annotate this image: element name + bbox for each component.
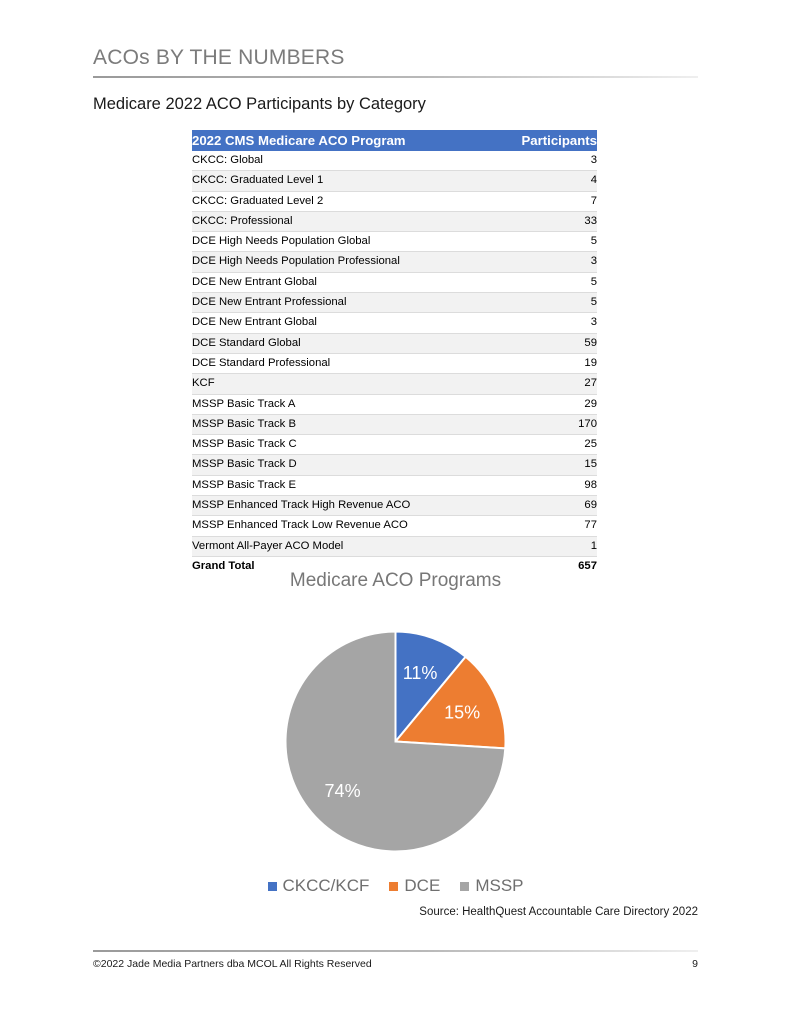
cell-program: MSSP Basic Track C — [192, 438, 297, 451]
cell-participants: 3 — [590, 316, 597, 329]
cell-program: CKCC: Graduated Level 2 — [192, 194, 324, 207]
cell-program: CKCC: Professional — [192, 214, 293, 227]
aco-participants-table: 2022 CMS Medicare ACO Program Participan… — [192, 130, 597, 577]
table-row: DCE New Entrant Global 3 — [192, 313, 597, 334]
cell-participants: 170 — [578, 417, 597, 430]
cell-program: DCE New Entrant Global — [192, 316, 317, 329]
footer-page-number: 9 — [692, 958, 698, 970]
chart-legend: CKCC/KCF DCE MSSP — [0, 876, 791, 896]
cell-program: MSSP Basic Track E — [192, 478, 297, 491]
cell-program: DCE High Needs Population Global — [192, 235, 371, 248]
table-row: CKCC: Graduated Level 2 7 — [192, 191, 597, 212]
footer-row: ©2022 Jade Media Partners dba MCOL All R… — [93, 958, 698, 970]
pie-slice-label: 15% — [444, 703, 480, 723]
column-header-program: 2022 CMS Medicare ACO Program — [192, 130, 493, 151]
cell-participants: 7 — [590, 194, 597, 207]
slide-header: ACOs BY THE NUMBERS — [93, 46, 698, 78]
table-row: DCE New Entrant Professional 5 — [192, 292, 597, 313]
legend-swatch-icon — [389, 881, 399, 891]
cell-participants: 1 — [590, 539, 597, 552]
cell-program: MSSP Enhanced Track Low Revenue ACO — [192, 519, 408, 532]
cell-participants: 98 — [584, 478, 597, 491]
footer-copyright: ©2022 Jade Media Partners dba MCOL All R… — [93, 958, 372, 970]
table-row: MSSP Basic Track C 25 — [192, 435, 597, 455]
cell-program: DCE New Entrant Global — [192, 275, 317, 288]
cell-program: MSSP Basic Track D — [192, 458, 297, 471]
cell-program: MSSP Basic Track B — [192, 417, 297, 430]
table-row: DCE New Entrant Global 5 — [192, 272, 597, 293]
table-row: MSSP Enhanced Track High Revenue ACO 69 — [192, 495, 597, 516]
table-row: KCF 27 — [192, 373, 597, 395]
table-row: MSSP Basic Track B 170 — [192, 414, 597, 435]
cell-participants: 4 — [590, 174, 597, 187]
cell-participants: 33 — [584, 214, 597, 227]
legend-swatch-icon — [267, 881, 277, 891]
table-row: CKCC: Professional 33 — [192, 211, 597, 232]
table-row: DCE Standard Global 59 — [192, 333, 597, 354]
header-divider — [93, 76, 698, 78]
cell-program: DCE Standard Professional — [192, 356, 331, 369]
pie-chart-svg: 11% 15% 74% — [285, 631, 506, 852]
section-subtitle: Medicare 2022 ACO Participants by Catego… — [93, 95, 426, 113]
cell-program: MSSP Basic Track A — [192, 397, 296, 410]
table-header-row: 2022 CMS Medicare ACO Program Participan… — [192, 130, 597, 151]
legend-swatch-icon — [460, 881, 470, 891]
pie-slice-group — [285, 631, 506, 852]
table-row: CKCC: Global 3 — [192, 151, 597, 171]
pie-slice-label: 74% — [325, 781, 361, 801]
chart-source-note: Source: HealthQuest Accountable Care Dir… — [419, 906, 698, 918]
legend-label: MSSP — [475, 876, 524, 895]
page-footer: ©2022 Jade Media Partners dba MCOL All R… — [93, 950, 698, 970]
cell-participants: 3 — [590, 154, 597, 166]
pie-chart: 11% 15% 74% — [285, 631, 506, 852]
page-title: ACOs BY THE NUMBERS — [93, 46, 345, 69]
table-header: 2022 CMS Medicare ACO Program Participan… — [192, 130, 597, 151]
table-row: Vermont All-Payer ACO Model 1 — [192, 536, 597, 557]
cell-participants: 5 — [590, 275, 597, 288]
column-header-participants: Participants — [492, 130, 597, 151]
cell-participants: 15 — [584, 458, 597, 471]
chart-title: Medicare ACO Programs — [289, 570, 502, 591]
cell-participants: 25 — [584, 438, 597, 451]
table-row: CKCC: Graduated Level 1 4 — [192, 170, 597, 192]
table-row: DCE High Needs Population Professional 3 — [192, 251, 597, 273]
cell-program: DCE High Needs Population Professional — [192, 255, 400, 268]
table-row: MSSP Basic Track A 29 — [192, 394, 597, 415]
cell-program: DCE Standard Global — [192, 336, 301, 349]
table-body: CKCC: Global 3 CKCC: Graduated Level 1 4 CKC… — [192, 151, 597, 577]
legend-item: DCE — [389, 876, 440, 896]
cell-program: CKCC: Graduated Level 1 — [192, 174, 324, 187]
table-row: MSSP Enhanced Track Low Revenue ACO 77 — [192, 516, 597, 537]
legend-label: DCE — [404, 876, 441, 895]
cell-participants: 77 — [584, 519, 597, 532]
table-row: MSSP Basic Track D 15 — [192, 454, 597, 476]
cell-program: Vermont All-Payer ACO Model — [192, 539, 344, 552]
cell-program: MSSP Enhanced Track High Revenue ACO — [192, 499, 411, 512]
cell-participants: 69 — [584, 499, 597, 512]
table-row: DCE Standard Professional 19 — [192, 353, 597, 374]
pie-slice-label: 11% — [403, 663, 438, 683]
cell-program: KCF — [192, 377, 215, 390]
cell-program: DCE New Entrant Professional — [192, 296, 347, 309]
cell-program: CKCC: Global — [192, 154, 263, 166]
footer-divider — [93, 950, 698, 952]
cell-participants: 5 — [590, 296, 597, 309]
cell-participants: 19 — [584, 356, 597, 369]
cell-participants: 59 — [584, 336, 597, 349]
cell-participants: 3 — [590, 255, 597, 268]
legend-item: MSSP — [460, 876, 524, 896]
cell-participants: 27 — [584, 377, 597, 390]
table-row: MSSP Basic Track E 98 — [192, 475, 597, 496]
legend-label: CKCC/KCF — [282, 876, 370, 895]
cell-participants: 29 — [584, 397, 597, 410]
cell-participants: 5 — [590, 235, 597, 248]
legend-item: CKCC/KCF — [267, 876, 370, 896]
table-row: DCE High Needs Population Global 5 — [192, 232, 597, 252]
